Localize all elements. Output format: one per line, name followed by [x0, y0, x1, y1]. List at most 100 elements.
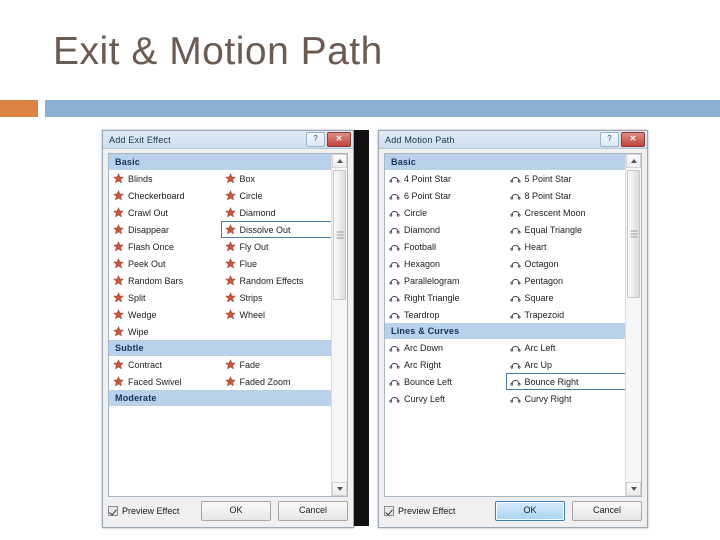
list-item[interactable]: Bounce Right [505, 373, 626, 390]
add-motion-path-dialog[interactable]: Add Motion Path ? ✕ Basic 4 Point Star 5 P… [378, 130, 648, 528]
list-item[interactable]: 8 Point Star [506, 187, 627, 204]
motion-path-icon [389, 380, 400, 386]
star-icon [224, 207, 236, 218]
scroll-up-icon[interactable] [332, 154, 347, 168]
scroll-down-icon[interactable] [626, 482, 641, 496]
list-item[interactable]: Diamond [221, 204, 333, 221]
list-item[interactable]: 4 Point Star [385, 170, 506, 187]
list-item[interactable]: Box [221, 170, 333, 187]
list-item[interactable]: Heart [506, 238, 627, 255]
star-icon [113, 241, 124, 252]
preview-effect-checkbox[interactable]: Preview Effect [384, 506, 488, 516]
checkbox-icon[interactable] [108, 506, 118, 516]
list-item[interactable]: Parallelogram [385, 272, 506, 289]
motion-path-icon [509, 380, 521, 386]
list-item[interactable]: Diamond [385, 221, 506, 238]
list-item[interactable]: Arc Up [506, 356, 627, 373]
effects-listbox[interactable]: Basic Blinds Box Checkerboard Circle Crawl Ou… [108, 153, 348, 497]
list-item[interactable]: Strips [221, 289, 333, 306]
motion-path-icon [509, 194, 521, 200]
list-item[interactable]: Faded Zoom [221, 373, 333, 390]
close-icon[interactable]: ✕ [327, 132, 351, 147]
close-icon[interactable]: ✕ [621, 132, 645, 147]
ok-button[interactable]: OK [495, 501, 565, 521]
list-item-label: Faced Swivel [128, 376, 182, 387]
list-row: Peek Out Flue [109, 255, 332, 272]
list-row: Arc Down Arc Left [385, 339, 626, 356]
group-header: Lines & Curves [385, 323, 626, 339]
list-item[interactable]: Circle [385, 204, 506, 221]
motion-path-icon [509, 228, 521, 234]
list-item[interactable]: Wedge [109, 306, 221, 323]
list-item-label: Box [239, 173, 256, 184]
list-item[interactable]: Circle [221, 187, 333, 204]
list-item[interactable]: Random Effects [221, 272, 333, 289]
scroll-up-icon[interactable] [626, 154, 641, 168]
list-item[interactable]: Flue [221, 255, 333, 272]
list-item[interactable]: Crawl Out [109, 204, 221, 221]
list-item[interactable]: Fly Out [221, 238, 333, 255]
list-item[interactable]: 6 Point Star [385, 187, 506, 204]
list-item[interactable]: Crescent Moon [506, 204, 627, 221]
list-row: Random Bars Random Effects [109, 272, 332, 289]
list-item[interactable]: Contract [109, 356, 221, 373]
dialog-body: Basic 4 Point Star 5 Point Star 6 Point Sta… [384, 153, 642, 497]
list-item[interactable]: Arc Right [385, 356, 506, 373]
backdrop-band [352, 130, 369, 526]
list-row: Crawl Out Diamond [109, 204, 332, 221]
list-item[interactable]: Curvy Left [385, 390, 506, 407]
list-item[interactable]: Octagon [506, 255, 627, 272]
list-item[interactable]: Hexagon [385, 255, 506, 272]
list-item[interactable]: Teardrop [385, 306, 506, 323]
preview-effect-checkbox[interactable]: Preview Effect [108, 506, 194, 516]
help-icon[interactable]: ? [600, 132, 619, 147]
list-item[interactable]: Pentagon [506, 272, 627, 289]
vertical-scrollbar[interactable] [331, 154, 347, 496]
list-item[interactable]: Wheel [221, 306, 333, 323]
list-item[interactable]: Bounce Left [385, 373, 506, 390]
scrollbar-grip [336, 230, 343, 241]
ok-button[interactable]: OK [201, 501, 271, 521]
list-item[interactable]: 5 Point Star [506, 170, 627, 187]
list-item-label: Wipe [128, 326, 149, 337]
list-item[interactable]: Split [109, 289, 221, 306]
effects-list[interactable]: Basic Blinds Box Checkerboard Circle Crawl Ou… [109, 154, 332, 496]
star-icon [113, 190, 124, 201]
list-item[interactable]: Flash Once [109, 238, 221, 255]
list-item[interactable]: Fade [221, 356, 333, 373]
list-item[interactable]: Trapezoid [506, 306, 627, 323]
list-row: Disappear Dissolve Out [109, 221, 332, 238]
list-item[interactable]: Random Bars [109, 272, 221, 289]
star-icon [113, 207, 124, 218]
list-item[interactable]: Arc Down [385, 339, 506, 356]
scrollbar-thumb[interactable] [333, 170, 346, 300]
list-item[interactable]: Football [385, 238, 506, 255]
list-row: Diamond Equal Triangle [385, 221, 626, 238]
list-item[interactable]: Dissolve Out [220, 221, 332, 238]
list-item[interactable]: Square [506, 289, 627, 306]
paths-listbox[interactable]: Basic 4 Point Star 5 Point Star 6 Point Sta… [384, 153, 642, 497]
list-item[interactable]: Curvy Right [506, 390, 627, 407]
cancel-button[interactable]: Cancel [572, 501, 642, 521]
list-item-label: Heart [524, 241, 547, 252]
list-item[interactable]: Peek Out [109, 255, 221, 272]
add-exit-effect-dialog[interactable]: Add Exit Effect ? ✕ Basic Blinds Box Checke… [102, 130, 354, 528]
list-item[interactable]: Checkerboard [109, 187, 221, 204]
scrollbar-thumb[interactable] [627, 170, 640, 298]
list-item[interactable]: Disappear [109, 221, 221, 238]
list-item-label: Pentagon [524, 275, 564, 286]
list-item[interactable]: Arc Left [506, 339, 627, 356]
paths-list[interactable]: Basic 4 Point Star 5 Point Star 6 Point Sta… [385, 154, 626, 496]
vertical-scrollbar[interactable] [625, 154, 641, 496]
list-item[interactable]: Equal Triangle [506, 221, 627, 238]
scroll-down-icon[interactable] [332, 482, 347, 496]
help-icon[interactable]: ? [306, 132, 325, 147]
list-item[interactable]: Wipe [109, 323, 221, 340]
list-item[interactable]: Blinds [109, 170, 221, 187]
cancel-button[interactable]: Cancel [278, 501, 348, 521]
checkbox-icon[interactable] [384, 506, 394, 516]
list-item-label: 4 Point Star [404, 173, 452, 184]
list-row: Checkerboard Circle [109, 187, 332, 204]
list-item[interactable]: Faced Swivel [109, 373, 221, 390]
list-item[interactable]: Right Triangle [385, 289, 506, 306]
